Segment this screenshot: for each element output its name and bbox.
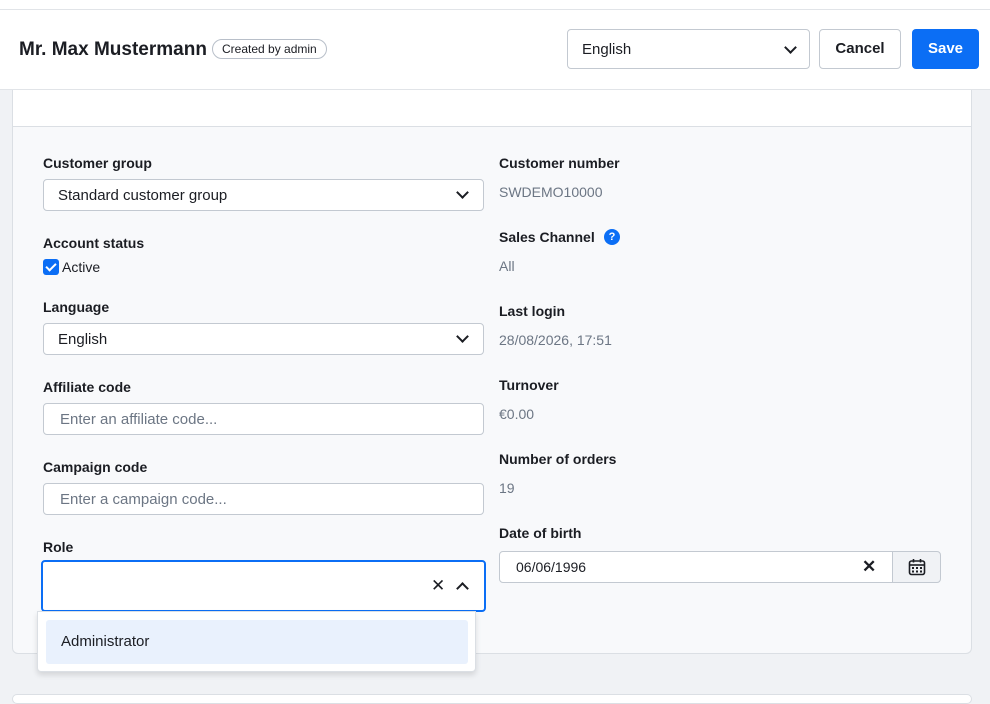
turnover-label: Turnover — [499, 377, 559, 393]
customer-group-label: Customer group — [43, 155, 152, 171]
cancel-button[interactable]: Cancel — [819, 29, 901, 69]
affiliate-code-placeholder: Enter an affiliate code... — [60, 411, 218, 428]
help-icon[interactable]: ? — [604, 229, 620, 245]
page-title: Mr. Max Mustermann — [19, 39, 207, 60]
chevron-down-icon — [456, 330, 469, 343]
language-label: Language — [43, 299, 110, 315]
role-dropdown: Administrator — [37, 611, 476, 672]
clear-icon[interactable]: ✕ — [431, 576, 445, 596]
date-of-birth-label: Date of birth — [499, 525, 582, 541]
campaign-code-label: Campaign code — [43, 459, 148, 475]
customer-number-value: SWDEMO10000 — [499, 184, 603, 200]
calendar-button[interactable] — [892, 551, 941, 583]
chevron-down-icon — [456, 186, 469, 199]
active-checkbox[interactable] — [43, 259, 59, 275]
sales-channel-value: All — [499, 258, 515, 274]
last-login-label: Last login — [499, 303, 566, 319]
chevron-down-icon — [784, 41, 797, 54]
language-switch-value: English — [582, 41, 632, 58]
date-of-birth-value: 06/06/1996 — [516, 559, 587, 575]
top-strip — [0, 0, 990, 10]
customer-group-value: Standard customer group — [58, 187, 228, 204]
active-checkbox-label[interactable]: Active — [62, 259, 100, 275]
page-header: Mr. Max Mustermann Created by admin Engl… — [0, 10, 990, 90]
number-of-orders-value: 19 — [499, 480, 515, 496]
number-of-orders-label: Number of orders — [499, 451, 617, 467]
last-login-value: 28/08/2026, 17:51 — [499, 332, 612, 348]
language-switch-select[interactable]: English — [567, 29, 810, 69]
affiliate-code-input[interactable]: Enter an affiliate code... — [43, 403, 484, 435]
next-card — [12, 694, 972, 704]
role-option-administrator[interactable]: Administrator — [46, 620, 468, 664]
role-select[interactable]: ✕ — [41, 560, 486, 612]
campaign-code-placeholder: Enter a campaign code... — [60, 491, 227, 508]
calendar-icon — [908, 559, 926, 576]
affiliate-code-label: Affiliate code — [43, 379, 131, 395]
turnover-value: €0.00 — [499, 406, 535, 422]
save-button[interactable]: Save — [912, 29, 979, 69]
account-status-label: Account status — [43, 235, 145, 251]
chevron-up-icon[interactable] — [456, 582, 469, 595]
date-of-birth-input[interactable]: 06/06/1996 ✕ — [499, 551, 893, 583]
language-select[interactable]: English — [43, 323, 484, 355]
clear-date-icon[interactable]: ✕ — [862, 557, 876, 577]
card-header — [13, 90, 971, 127]
role-label: Role — [43, 539, 74, 555]
created-by-badge: Created by admin — [212, 39, 327, 59]
customer-number-label: Customer number — [499, 155, 620, 171]
sales-channel-label: Sales Channel — [499, 229, 595, 245]
campaign-code-input[interactable]: Enter a campaign code... — [43, 483, 484, 515]
language-value: English — [58, 331, 108, 348]
role-option-label: Administrator — [61, 633, 150, 650]
customer-group-select[interactable]: Standard customer group — [43, 179, 484, 211]
